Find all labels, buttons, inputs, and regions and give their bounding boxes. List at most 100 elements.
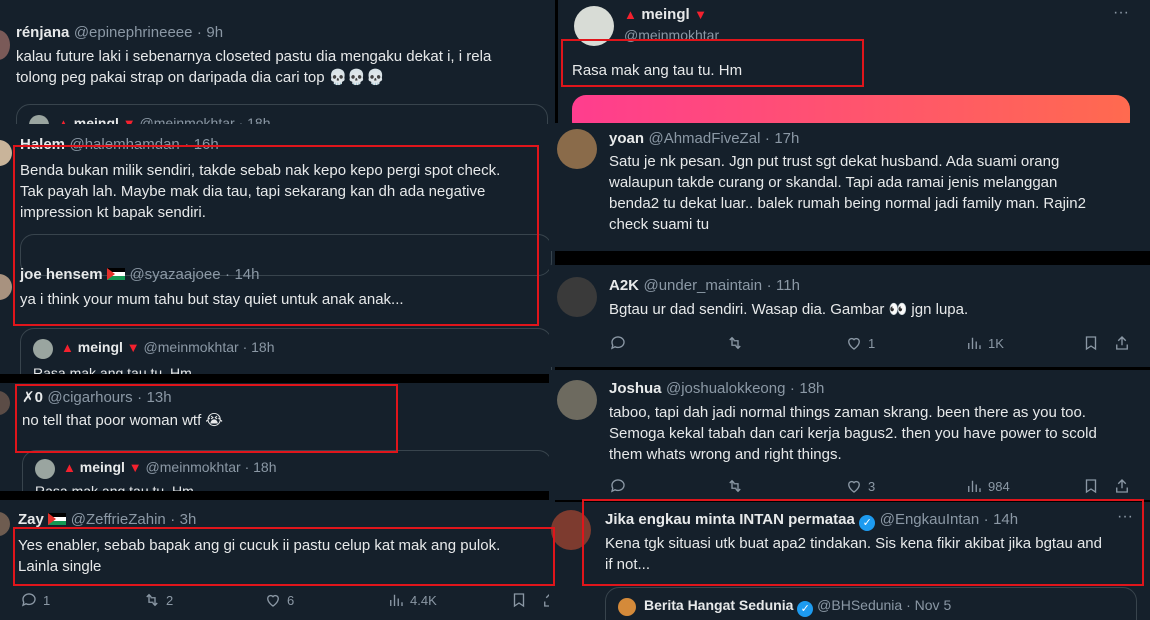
retweet-count: 2 [166, 592, 174, 608]
timestamp[interactable]: 9h [206, 24, 223, 41]
reply-button[interactable] [609, 334, 627, 352]
bookmark-button[interactable] [1082, 334, 1100, 352]
timestamp[interactable]: 14h [993, 511, 1018, 528]
display-name[interactable]: ✗0 [22, 389, 43, 406]
timestamp[interactable]: 3h [180, 511, 197, 528]
user-handle[interactable]: @ZeffrieZahin [71, 511, 166, 528]
share-button[interactable] [1113, 334, 1131, 352]
tweet-header: ▲ meingl ▼ [624, 6, 707, 24]
like-button[interactable]: 6 [264, 591, 294, 609]
retweet-icon [729, 336, 741, 350]
timestamp[interactable]: 18h [799, 380, 824, 397]
bookmark-icon [1085, 479, 1097, 494]
avatar[interactable] [0, 140, 12, 166]
tweet-header: Jika engkau minta INTAN permataa ✓ @Engk… [605, 511, 1018, 531]
user-handle[interactable]: @meinmokhtar [624, 27, 719, 43]
separator-dot: · [766, 277, 772, 294]
timestamp[interactable]: 13h [147, 389, 172, 406]
more-options-icon[interactable]: ··· [1117, 508, 1133, 526]
avatar[interactable] [0, 512, 10, 536]
like-button[interactable]: 1 [845, 334, 875, 352]
bookmark-button[interactable] [1082, 477, 1100, 495]
like-count: 6 [287, 592, 295, 608]
more-options-icon[interactable]: ··· [1113, 4, 1129, 22]
avatar[interactable] [0, 391, 10, 415]
timestamp[interactable]: 17h [774, 130, 799, 147]
quoted-time: 18h [251, 339, 275, 355]
avatar[interactable] [557, 129, 597, 169]
display-name[interactable]: A2K [609, 277, 639, 294]
reply-icon [21, 593, 36, 607]
quoted-name: meingl [77, 339, 123, 355]
tweet-text-line: walaupun takde curang or skandal. Tapi a… [609, 174, 1058, 191]
user-handle[interactable]: @epinephrineeee [74, 24, 193, 41]
views-count: 1K [988, 335, 1004, 351]
bookmark-icon [513, 593, 525, 608]
user-handle[interactable]: @cigarhours [47, 389, 132, 406]
bookmark-button[interactable] [510, 591, 528, 609]
avatar[interactable] [574, 6, 614, 46]
media-preview[interactable] [572, 95, 1130, 123]
reply-button[interactable] [609, 477, 627, 495]
user-handle[interactable]: @EngkauIntan [880, 511, 979, 528]
timestamp[interactable]: 11h [776, 277, 800, 294]
separator-dot: · [137, 389, 143, 406]
separator-dot: · [789, 380, 795, 397]
quoted-time: Nov 5 [914, 597, 952, 613]
display-name[interactable]: meingl [641, 6, 689, 23]
avatar[interactable] [557, 380, 597, 420]
triangle-up-icon: ▲ [63, 460, 76, 475]
separator-dot: · [225, 266, 231, 283]
palestine-flag-icon [48, 513, 67, 525]
avatar[interactable] [0, 274, 12, 300]
separator-dot: · [906, 597, 911, 613]
quoted-tweet[interactable]: ▲ meingl ▼ @meinmokhtar · 18h Rasa mak a… [22, 450, 552, 491]
retweet-icon [729, 479, 741, 493]
retweet-button[interactable] [726, 477, 744, 495]
timestamp[interactable]: 14h [234, 266, 259, 283]
views-button[interactable]: 4.4K [387, 591, 437, 609]
heart-icon [267, 594, 279, 607]
retweet-button[interactable] [726, 334, 744, 352]
quoted-handle: @BHSedunia [817, 597, 903, 613]
avatar[interactable] [551, 510, 591, 550]
avatar[interactable] [557, 277, 597, 317]
timestamp[interactable]: 16h [194, 136, 219, 153]
display-name[interactable]: Joshua [609, 380, 662, 397]
display-name[interactable]: Zay [18, 511, 44, 528]
verified-badge-icon: ✓ [859, 515, 876, 531]
display-name[interactable]: joe hensem [20, 266, 103, 283]
tweet-panel-meingl: ▲ meingl ▼ @meinmokhtar ··· Rasa mak ang… [558, 0, 1150, 123]
quoted-handle: @meinmokhtar [143, 339, 239, 355]
quoted-name: Berita Hangat Sedunia [644, 597, 794, 613]
heart-icon [848, 337, 860, 350]
user-handle[interactable]: @joshualokkeong [666, 380, 785, 397]
views-button[interactable]: 984 [965, 477, 1010, 495]
quoted-tweet[interactable]: Berita Hangat Sedunia ✓ @BHSedunia · Nov… [605, 587, 1137, 620]
user-handle[interactable]: @syazaajoee [129, 266, 220, 283]
tweet-text-line: taboo, tapi dah jadi normal things zaman… [609, 404, 1086, 421]
display-name[interactable]: Halem [20, 136, 65, 153]
user-handle[interactable]: @halemhamdan [69, 136, 179, 153]
views-count: 984 [988, 478, 1010, 494]
user-handle[interactable]: @AhmadFiveZal [648, 130, 760, 147]
triangle-down-icon: ▼ [126, 340, 140, 355]
reply-button[interactable]: 1 [20, 591, 50, 609]
tweet-panel-intan: Jika engkau minta INTAN permataa ✓ @Engk… [549, 502, 1150, 620]
like-button[interactable]: 3 [845, 477, 875, 495]
quoted-name: meingl [79, 459, 125, 475]
views-button[interactable]: 1K [965, 334, 1004, 352]
share-button[interactable] [1113, 477, 1131, 495]
tweet-panel-x0: ✗0 @cigarhours · 13h no tell that poor w… [0, 383, 555, 491]
retweet-button[interactable]: 2 [143, 591, 173, 609]
display-name[interactable]: yoan [609, 130, 644, 147]
tweet-text-line: Lainla single [18, 558, 102, 575]
tweet-panel-renjana: rénjana @epinephrineeee · 9h kalau futur… [0, 0, 555, 133]
quoted-text: Rasa mak ang tau tu. Hm [33, 365, 192, 374]
user-handle[interactable]: @under_maintain [643, 277, 762, 294]
display-name[interactable]: rénjana [16, 24, 69, 41]
avatar[interactable] [0, 30, 10, 60]
quoted-tweet[interactable]: ▲ meingl ▼ @meinmokhtar · 18h Rasa mak a… [20, 328, 552, 374]
display-name[interactable]: Jika engkau minta INTAN permataa [605, 511, 855, 528]
tweet-text-line: ya i think your mum tahu but stay quiet … [20, 291, 404, 308]
